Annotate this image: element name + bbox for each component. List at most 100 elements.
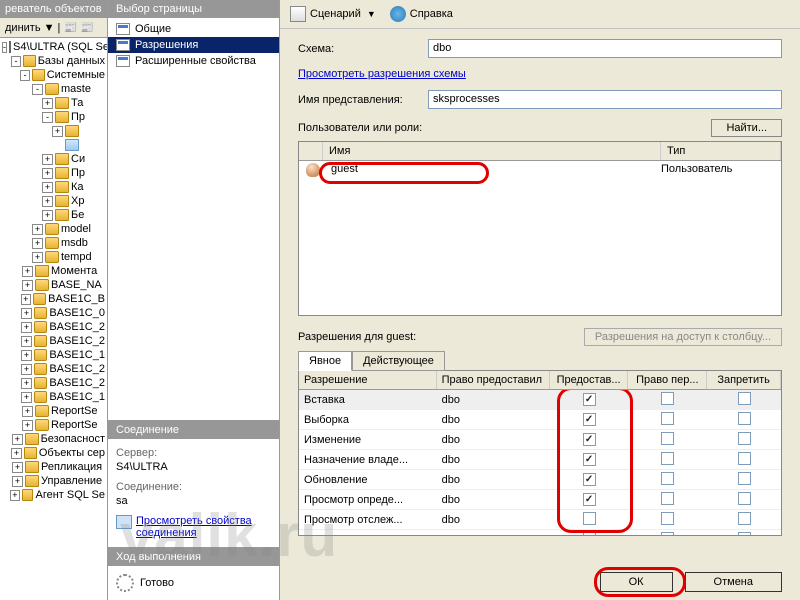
tree-node[interactable]: -Пр xyxy=(2,110,105,124)
tree-expander[interactable]: + xyxy=(21,336,32,347)
tree-node[interactable]: +BASE1C_2 xyxy=(2,376,105,390)
tree-expander[interactable]: + xyxy=(42,98,53,109)
tree-node[interactable]: + xyxy=(2,124,105,138)
tree-node[interactable]: +tempd xyxy=(2,250,105,264)
checkbox[interactable] xyxy=(661,392,674,405)
tree-expander[interactable]: + xyxy=(22,266,33,277)
tree-expander[interactable]: + xyxy=(12,462,23,473)
tree-node[interactable]: -S4\ULTRA (SQL Se xyxy=(2,40,105,54)
tree-expander[interactable]: + xyxy=(22,280,33,291)
tree-node[interactable]: +BASE1C_2 xyxy=(2,320,105,334)
tree-expander[interactable]: + xyxy=(42,182,53,193)
tree-expander[interactable]: + xyxy=(11,448,21,459)
tree-node[interactable]: +model xyxy=(2,222,105,236)
tab-explicit[interactable]: Явное xyxy=(298,351,352,371)
find-button[interactable]: Найти... xyxy=(711,119,782,137)
tree-expander[interactable]: + xyxy=(22,406,33,417)
tree-expander[interactable]: + xyxy=(42,210,53,221)
checkbox[interactable]: ✓ xyxy=(583,413,596,426)
tree-expander[interactable]: + xyxy=(21,294,31,305)
tree-expander[interactable]: + xyxy=(21,378,32,389)
tree-expander[interactable]: + xyxy=(21,308,32,319)
tree-node[interactable]: +msdb xyxy=(2,236,105,250)
tree-node[interactable]: +ReportSe xyxy=(2,418,105,432)
tree-node[interactable]: +Си xyxy=(2,152,105,166)
script-button[interactable]: Сценарий ▼ xyxy=(290,6,376,22)
tree-node[interactable]: +Пр xyxy=(2,166,105,180)
tree-expander[interactable]: + xyxy=(42,154,53,165)
tree-expander[interactable]: - xyxy=(32,84,43,95)
perms-col-withgrant[interactable]: Право пер... xyxy=(628,371,707,389)
view-schema-perms-link[interactable]: Просмотреть разрешения схемы xyxy=(298,68,466,80)
tree-node[interactable]: -maste xyxy=(2,82,105,96)
tree-expander[interactable]: + xyxy=(42,196,53,207)
tree-node[interactable]: +BASE1С_1 xyxy=(2,390,105,404)
checkbox[interactable] xyxy=(661,492,674,505)
checkbox[interactable] xyxy=(583,512,596,525)
tree-expander[interactable]: + xyxy=(32,224,43,235)
tree-expander[interactable]: - xyxy=(20,70,30,81)
ok-button[interactable]: ОК xyxy=(600,572,673,592)
perms-row[interactable]: Просмотр опреде...dbo✓ xyxy=(299,490,781,510)
checkbox[interactable] xyxy=(738,412,751,425)
perms-row[interactable]: Просмотр отслеж...dbo xyxy=(299,510,781,530)
perms-col-grant[interactable]: Предостав... xyxy=(550,371,629,389)
checkbox[interactable] xyxy=(738,492,751,505)
tree-node[interactable]: +Хр xyxy=(2,194,105,208)
tree-node[interactable]: +ReportSe xyxy=(2,404,105,418)
tree-expander[interactable]: + xyxy=(32,238,43,249)
help-button[interactable]: Справка xyxy=(390,6,453,22)
tree-node[interactable]: +BASE1C_B xyxy=(2,292,105,306)
checkbox[interactable] xyxy=(583,532,596,536)
tree-node[interactable]: +BASE1C_2 xyxy=(2,334,105,348)
perms-row[interactable]: Выборкаdbo✓ xyxy=(299,410,781,430)
tree-node[interactable]: +Безопасност xyxy=(2,432,105,446)
tree-expander[interactable]: + xyxy=(52,126,63,137)
checkbox[interactable] xyxy=(738,532,751,536)
checkbox[interactable]: ✓ xyxy=(583,433,596,446)
checkbox[interactable] xyxy=(738,452,751,465)
checkbox[interactable]: ✓ xyxy=(583,473,596,486)
tree-expander[interactable]: + xyxy=(22,420,33,431)
tree-toolbar[interactable]: динить ▼ | 📰 📰 xyxy=(0,18,107,38)
users-col-icon[interactable] xyxy=(299,142,323,160)
tree-node[interactable]: +BASE1C_0 xyxy=(2,306,105,320)
tree-node[interactable]: -Базы данных xyxy=(2,54,105,68)
perms-col-grantor[interactable]: Право предоставил xyxy=(437,371,550,389)
users-col-type[interactable]: Тип xyxy=(661,142,781,160)
view-name-input[interactable]: sksprocesses xyxy=(428,90,782,109)
checkbox[interactable]: ✓ xyxy=(583,493,596,506)
tree-expander[interactable]: + xyxy=(42,168,53,179)
perms-row[interactable]: Ссылкиdbo xyxy=(299,530,781,535)
tree-expander[interactable]: - xyxy=(11,56,21,67)
tree-node[interactable]: +BASE1C_2 xyxy=(2,362,105,376)
tree-expander[interactable]: + xyxy=(21,392,32,403)
checkbox[interactable]: ✓ xyxy=(583,393,596,406)
perms-row[interactable]: Обновлениеdbo✓ xyxy=(299,470,781,490)
tree-node[interactable]: +BASE1С_1 xyxy=(2,348,105,362)
tree-expander[interactable]: + xyxy=(10,490,19,501)
tree-expander[interactable]: + xyxy=(21,364,32,375)
cancel-button[interactable]: Отмена xyxy=(685,572,782,592)
tree-node[interactable]: -Системные xyxy=(2,68,105,82)
column-perms-button[interactable]: Разрешения на доступ к столбцу... xyxy=(584,328,782,346)
checkbox[interactable] xyxy=(661,512,674,525)
checkbox[interactable] xyxy=(661,412,674,425)
tree-expander[interactable]: + xyxy=(12,434,23,445)
tree-node[interactable]: +Агент SQL Se xyxy=(2,488,105,502)
users-row[interactable]: guestПользователь xyxy=(299,161,781,182)
view-conn-props-link[interactable]: Просмотреть свойства соединения xyxy=(116,515,271,539)
perms-col-deny[interactable]: Запретить xyxy=(707,371,781,389)
perms-row[interactable]: Вставкаdbo✓ xyxy=(299,390,781,410)
perms-row[interactable]: Изменениеdbo✓ xyxy=(299,430,781,450)
tree-node[interactable]: +Репликация xyxy=(2,460,105,474)
tree-node[interactable]: +Ка xyxy=(2,180,105,194)
tree-node[interactable]: +Та xyxy=(2,96,105,110)
tree-node[interactable]: +Управление xyxy=(2,474,105,488)
checkbox[interactable] xyxy=(738,512,751,525)
checkbox[interactable] xyxy=(738,472,751,485)
checkbox[interactable] xyxy=(661,452,674,465)
page-selector-item[interactable]: Разрешения xyxy=(108,37,279,53)
schema-input[interactable]: dbo xyxy=(428,39,782,58)
tree-expander[interactable]: - xyxy=(2,42,7,53)
